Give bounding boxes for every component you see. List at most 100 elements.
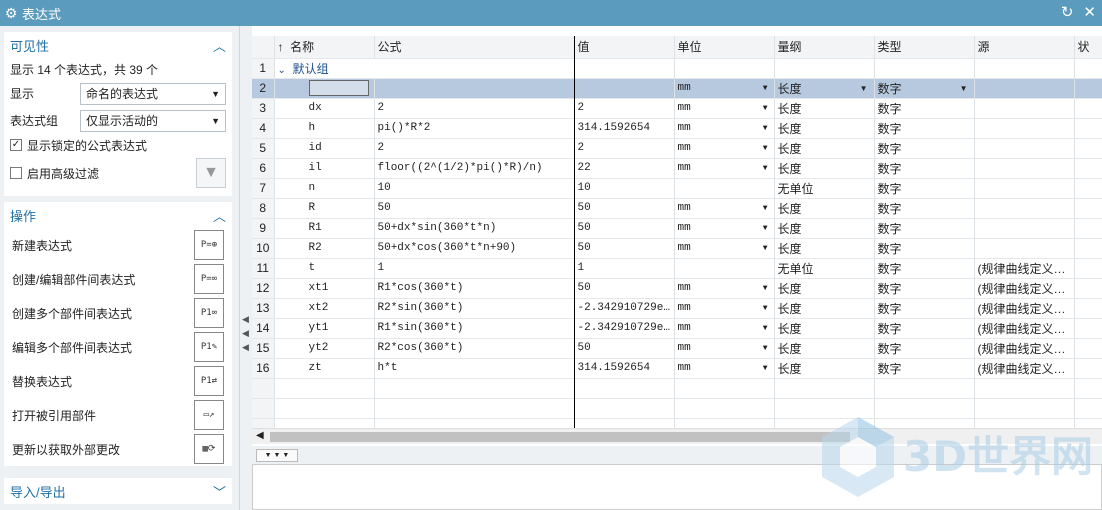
cell-dimension[interactable]: 长度: [774, 98, 875, 119]
cell-status[interactable]: [1074, 278, 1102, 299]
cell-formula[interactable]: 1: [374, 258, 575, 279]
table-row[interactable]: 3 dx 2 2 mm ▼ 长度 数字: [252, 98, 1102, 119]
op-edit-multi-interpart[interactable]: 编辑多个部件间表达式 P1✎: [4, 330, 232, 364]
cell-unit[interactable]: [674, 258, 775, 279]
cell-status[interactable]: [1074, 218, 1102, 239]
cell-value[interactable]: -2.342910729e…: [574, 298, 675, 319]
scroll-left-icon[interactable]: ◀: [256, 430, 264, 441]
op-create-multi-interpart[interactable]: 创建多个部件间表达式 P1∞: [4, 296, 232, 330]
cell-status[interactable]: [1074, 258, 1102, 279]
cell-value[interactable]: 1: [574, 258, 675, 279]
cell-type[interactable]: 数字: [874, 198, 975, 219]
cell-formula[interactable]: R2*sin(360*t): [374, 298, 575, 319]
chevron-down-icon[interactable]: ▼: [763, 324, 768, 333]
table-row[interactable]: 13 xt2 R2*sin(360*t) -2.342910729e… mm ▼ 长度 数字(…: [252, 298, 1102, 319]
close-icon[interactable]: ✕: [1083, 3, 1096, 21]
chevron-down-icon[interactable]: ▼: [763, 364, 768, 373]
cell-source[interactable]: (规律曲线定义…: [974, 278, 1075, 299]
chevron-down-icon[interactable]: ▼: [763, 164, 768, 173]
col-type[interactable]: 类型: [874, 36, 975, 59]
cell-type[interactable]: 数字: [874, 238, 975, 259]
op-create-interpart[interactable]: 创建/编辑部件间表达式 P=∞: [4, 262, 232, 296]
advanced-filter-checkbox[interactable]: [10, 167, 22, 179]
cell-status[interactable]: [1074, 158, 1102, 179]
chevron-down-icon[interactable]: ▼: [763, 144, 768, 153]
cell-source[interactable]: [974, 138, 1075, 159]
cell-status[interactable]: [1074, 78, 1102, 99]
import-export-header[interactable]: 导入/导出 ﹀: [4, 478, 232, 504]
cell-formula[interactable]: 50+dx*sin(360*t*n): [374, 218, 575, 239]
chevron-down-icon[interactable]: ▼: [763, 224, 768, 233]
cell-formula[interactable]: 10: [374, 178, 575, 199]
cell-source[interactable]: [974, 218, 1075, 239]
table-row[interactable]: 14 yt1 R1*sin(360*t) -2.342910729e… mm ▼ 长度 数字(…: [252, 318, 1102, 339]
cell-type[interactable]: 数字: [874, 218, 975, 239]
cell-dimension[interactable]: 长度: [774, 158, 875, 179]
cell-type[interactable]: 数字: [874, 118, 975, 139]
cell-source[interactable]: (规律曲线定义…: [974, 298, 1075, 319]
cell-formula[interactable]: [374, 78, 575, 99]
group-select[interactable]: 仅显示活动的 ▼: [80, 109, 226, 132]
cell-unit[interactable]: mm ▼: [674, 238, 775, 259]
cell-unit[interactable]: [674, 178, 775, 199]
cell-source[interactable]: (规律曲线定义…: [974, 338, 1075, 359]
cell-unit[interactable]: mm ▼: [674, 198, 775, 219]
cell-formula[interactable]: R1*sin(360*t): [374, 318, 575, 339]
gear-icon[interactable]: ⚙: [0, 5, 22, 22]
op-open-referenced[interactable]: 打开被引用部件 ▭↗: [4, 398, 232, 432]
cell-value[interactable]: 2: [574, 138, 675, 159]
open-folder-icon[interactable]: ▭↗: [194, 400, 224, 430]
cell-name[interactable]: il: [274, 158, 375, 179]
show-locked-checkbox[interactable]: ✓: [10, 139, 22, 151]
interpart-link-icon[interactable]: P=∞: [194, 264, 224, 294]
cell-source[interactable]: [974, 178, 1075, 199]
table-row[interactable]: 5 id 2 2 mm ▼ 长度 数字: [252, 138, 1102, 159]
table-row[interactable]: 7 n 10 10 无单位 数字: [252, 178, 1102, 199]
op-replace-expression[interactable]: 替换表达式 P1⇄: [4, 364, 232, 398]
cell-formula[interactable]: R2*cos(360*t): [374, 338, 575, 359]
expand-pane-button[interactable]: ▼ ▼ ▼: [256, 449, 298, 462]
cell-source[interactable]: (规律曲线定义…: [974, 258, 1075, 279]
table-row[interactable]: 10 R2 50+dx*cos(360*t*n+90) 50 mm ▼ 长度 数字: [252, 238, 1102, 259]
cell-dimension[interactable]: 长度: [774, 118, 875, 139]
cell-name[interactable]: t: [274, 258, 375, 279]
cell-type[interactable]: 数字: [874, 358, 975, 379]
col-value[interactable]: 值: [574, 36, 675, 59]
cell-unit[interactable]: mm ▼: [674, 318, 775, 339]
cell-value[interactable]: 50: [574, 238, 675, 259]
cell-name[interactable]: yt2: [274, 338, 375, 359]
cell-dimension[interactable]: 长度: [774, 238, 875, 259]
col-source[interactable]: 源: [974, 36, 1075, 59]
spreadsheet-update-icon[interactable]: ▦⟳: [194, 434, 224, 464]
cell-unit[interactable]: mm ▼: [674, 138, 775, 159]
cell-type[interactable]: 数字: [874, 298, 975, 319]
cell-source[interactable]: [974, 118, 1075, 139]
chevron-down-icon[interactable]: ▼: [763, 284, 768, 293]
chevron-down-icon[interactable]: ⌄: [278, 65, 286, 76]
cell-status[interactable]: [1074, 118, 1102, 139]
cell-type[interactable]: 数字: [874, 178, 975, 199]
cell-name[interactable]: [274, 78, 375, 99]
chevron-left-icon[interactable]: ◀: [242, 342, 249, 353]
name-editor[interactable]: [308, 80, 369, 96]
new-expression-icon[interactable]: P=⊕: [194, 230, 224, 260]
cell-type[interactable]: 数字: [874, 158, 975, 179]
cell-value[interactable]: 22: [574, 158, 675, 179]
operations-header[interactable]: 操作 ︿: [4, 202, 232, 228]
cell-status[interactable]: [1074, 358, 1102, 379]
cell-formula[interactable]: 50: [374, 198, 575, 219]
cell-unit[interactable]: mm ▼: [674, 158, 775, 179]
col-name[interactable]: ↑ 名称: [274, 36, 375, 59]
collapse-up-icon[interactable]: ︿: [213, 206, 226, 225]
cell-dimension[interactable]: 无单位: [774, 178, 875, 199]
table-row[interactable]: 2 mm ▼ 长度 ▼ 数字 ▼: [252, 78, 1102, 99]
cell-formula[interactable]: 2: [374, 138, 575, 159]
cell-name[interactable]: xt1: [274, 278, 375, 299]
cell-unit[interactable]: mm ▼: [674, 338, 775, 359]
cell-status[interactable]: [1074, 298, 1102, 319]
table-row[interactable]: 12 xt1 R1*cos(360*t) 50 mm ▼ 长度 数字 (规律曲线定义…: [252, 278, 1102, 299]
cell-dimension[interactable]: 长度: [774, 278, 875, 299]
cell-formula[interactable]: pi()*R*2: [374, 118, 575, 139]
cell-status[interactable]: [1074, 338, 1102, 359]
cell-dimension[interactable]: 长度: [774, 218, 875, 239]
